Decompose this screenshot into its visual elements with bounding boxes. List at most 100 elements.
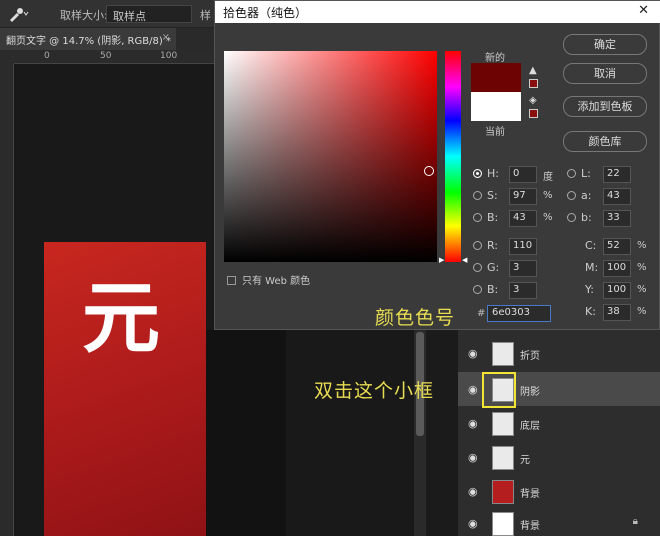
green-input[interactable]: 3: [509, 260, 537, 277]
color-cursor[interactable]: [424, 166, 434, 176]
cyan-label: C:: [585, 239, 597, 252]
web-safe-icon[interactable]: ◈: [529, 95, 537, 106]
color-libraries-button[interactable]: 颜色库: [563, 131, 647, 152]
layer-row[interactable]: ◉ 背景 🔒︎: [458, 506, 660, 536]
magenta-label: M:: [585, 261, 599, 274]
close-icon[interactable]: ✕: [638, 3, 649, 18]
ruler-tick-label: 50: [100, 51, 112, 61]
eye-icon[interactable]: ◉: [468, 517, 478, 530]
layer-thumbnail[interactable]: [492, 512, 514, 536]
red-input[interactable]: 110: [509, 238, 537, 255]
blue-radio[interactable]: [473, 285, 482, 294]
eye-icon[interactable]: ◉: [468, 347, 478, 360]
yellow-label: Y:: [585, 283, 594, 296]
brightness-radio[interactable]: [473, 213, 482, 222]
black-input[interactable]: 38: [603, 304, 631, 321]
color-field[interactable]: [224, 51, 437, 262]
green-radio[interactable]: [473, 263, 482, 272]
layers-panel: ◉ 折页 ◉ 阴影 ◉ 底层 ◉ 元 ◉ 背景 ◉ 背景 🔒︎: [458, 330, 660, 536]
dark-shape: [206, 330, 286, 536]
lab-l-label: L:: [581, 167, 591, 180]
brightness-input[interactable]: 43: [509, 210, 537, 227]
layer-thumbnail[interactable]: [492, 480, 514, 504]
lock-icon: 🔒︎: [632, 516, 638, 527]
dialog-title: 拾色器（纯色）: [223, 6, 308, 20]
hex-input[interactable]: 6e0303: [487, 305, 551, 322]
hue-slider-handle-right-icon[interactable]: ◀: [462, 256, 467, 264]
brightness-unit: %: [543, 212, 553, 223]
close-tab-icon[interactable]: ×: [162, 32, 170, 43]
current-color-swatch[interactable]: [471, 92, 521, 121]
layer-name: 背景: [520, 489, 540, 500]
magenta-input[interactable]: 100: [603, 260, 631, 277]
sample-size-label: 取样大小:: [60, 9, 108, 22]
layer-row[interactable]: ◉ 底层: [458, 406, 660, 440]
layer-name: 折页: [520, 351, 540, 362]
blue-input[interactable]: 3: [509, 282, 537, 299]
highlight-box: [482, 372, 516, 408]
ok-button[interactable]: 确定: [563, 34, 647, 55]
gamut-warning-icon[interactable]: ▲: [529, 65, 537, 76]
lab-a-input[interactable]: 43: [603, 188, 631, 205]
eye-icon[interactable]: ◉: [468, 417, 478, 430]
ruler-corner: [0, 50, 14, 64]
layer-name: 阴影: [520, 387, 540, 398]
lab-b-radio[interactable]: [567, 213, 576, 222]
photoshop-window: 取样大小: 取样点 样 翻页文字 @ 14.7% (阴影, RGB/8) * ×…: [0, 0, 660, 536]
cancel-button[interactable]: 取消: [563, 63, 647, 84]
ruler-tick-label: 100: [160, 51, 178, 61]
sample-size-select[interactable]: 取样点: [106, 5, 192, 23]
saturation-unit: %: [543, 190, 553, 201]
hue-label: H:: [487, 167, 499, 180]
canvas-scrollbar[interactable]: [414, 330, 426, 536]
eyedropper-tool-icon[interactable]: [8, 6, 30, 22]
red-label: R:: [487, 239, 499, 252]
cyan-unit: %: [637, 240, 647, 251]
hue-input[interactable]: 0: [509, 166, 537, 183]
layer-row[interactable]: ◉ 元: [458, 440, 660, 474]
dialog-titlebar[interactable]: 拾色器（纯色） ✕: [215, 1, 660, 23]
checkbox-icon[interactable]: [227, 276, 236, 285]
yellow-input[interactable]: 100: [603, 282, 631, 299]
saturation-radio[interactable]: [473, 191, 482, 200]
only-web-colors-checkbox[interactable]: 只有 Web 颜色: [227, 272, 310, 287]
layer-row[interactable]: ◉ 背景: [458, 474, 660, 508]
hue-radio[interactable]: [473, 169, 482, 178]
document-tab[interactable]: 翻页文字 @ 14.7% (阴影, RGB/8) * ×: [0, 28, 176, 50]
lab-l-radio[interactable]: [567, 169, 576, 178]
red-radio[interactable]: [473, 241, 482, 250]
green-label: G:: [487, 261, 500, 274]
lab-a-radio[interactable]: [567, 191, 576, 200]
layer-thumbnail[interactable]: [492, 342, 514, 366]
ruler-tick-label: 0: [44, 51, 50, 61]
yellow-unit: %: [637, 284, 647, 295]
blue-label: B:: [487, 283, 499, 296]
saturation-input[interactable]: 97: [509, 188, 537, 205]
hue-slider-handle-left-icon[interactable]: ▶: [439, 256, 444, 264]
eye-icon[interactable]: ◉: [468, 451, 478, 464]
gamut-swatch[interactable]: [529, 79, 538, 88]
brightness-label: B:: [487, 211, 499, 224]
lab-l-input[interactable]: 22: [603, 166, 631, 183]
magenta-unit: %: [637, 262, 647, 273]
hue-unit: 度: [543, 172, 553, 183]
layer-thumbnail[interactable]: [492, 446, 514, 470]
eye-icon[interactable]: ◉: [468, 383, 478, 396]
web-safe-swatch[interactable]: [529, 109, 538, 118]
layer-name: 底层: [520, 421, 540, 432]
eye-icon[interactable]: ◉: [468, 485, 478, 498]
hue-slider[interactable]: [445, 51, 461, 262]
layer-thumbnail[interactable]: [492, 412, 514, 436]
lab-b-input[interactable]: 33: [603, 210, 631, 227]
saturation-label: S:: [487, 189, 498, 202]
black-label: K:: [585, 305, 596, 318]
new-color-swatch: [471, 63, 521, 92]
vertical-ruler[interactable]: [0, 64, 14, 536]
hex-label: #: [477, 308, 486, 319]
add-to-swatches-button[interactable]: 添加到色板: [563, 96, 647, 117]
current-color-label: 当前: [485, 127, 505, 138]
sample-layers-label: 样: [200, 9, 211, 22]
cyan-input[interactable]: 52: [603, 238, 631, 255]
color-picker-dialog: 拾色器（纯色） ✕ ▶ ◀ 新的 当前 ▲ ◈ 确定 取消 添加到色板 颜色库 …: [214, 0, 660, 330]
layer-row[interactable]: ◉ 折页: [458, 336, 660, 370]
